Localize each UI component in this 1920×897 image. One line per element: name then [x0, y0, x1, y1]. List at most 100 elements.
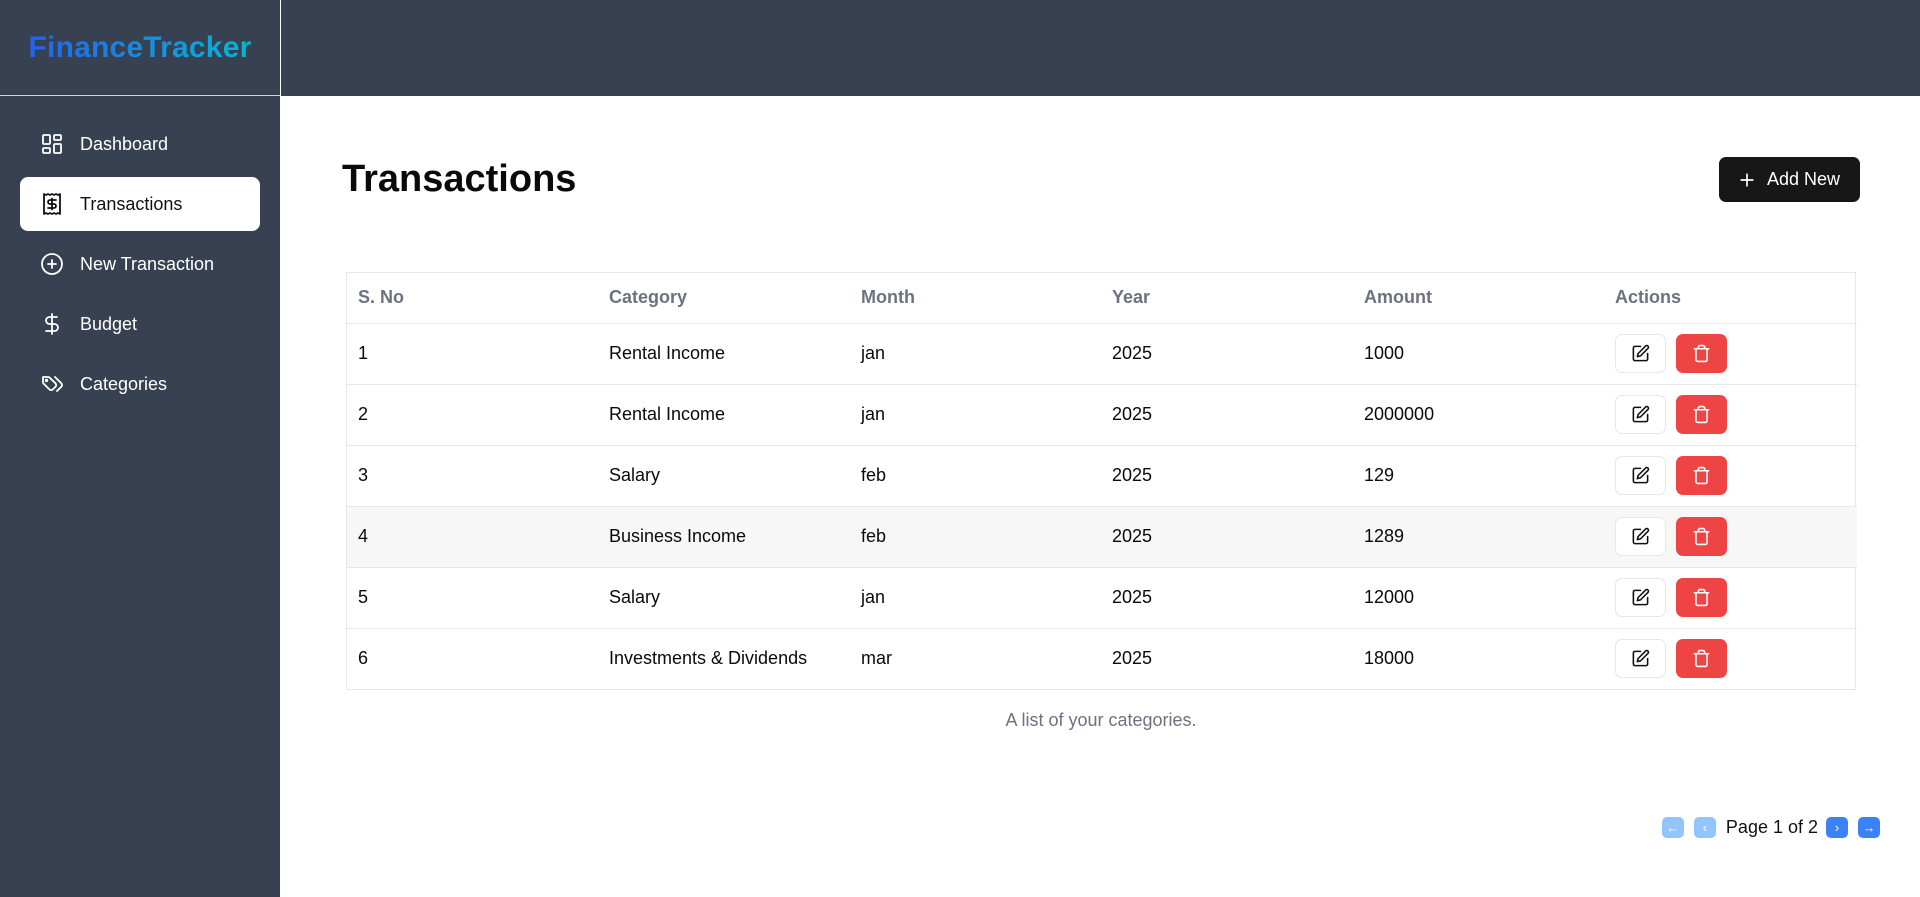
edit-button[interactable] — [1615, 334, 1666, 373]
cell-category: Salary — [598, 445, 850, 507]
sidebar-item-dashboard[interactable]: Dashboard — [20, 117, 260, 171]
dashboard-grid-icon — [40, 132, 64, 156]
cell-month: jan — [850, 323, 1101, 385]
cell-category: Salary — [598, 567, 850, 629]
cell-sno: 2 — [347, 384, 598, 446]
delete-button[interactable] — [1676, 578, 1727, 617]
cell-category: Rental Income — [598, 323, 850, 385]
cell-month: jan — [850, 567, 1101, 629]
trash-icon — [1693, 650, 1710, 668]
sidebar-item-new-transaction[interactable]: New Transaction — [20, 237, 260, 291]
column-header: Actions — [1604, 273, 1857, 324]
trash-icon — [1693, 466, 1710, 485]
transactions-table: S. No Category Month Year Amount Actions… — [346, 272, 1857, 690]
cell-amount: 1000 — [1353, 323, 1604, 385]
column-header: Year — [1101, 273, 1353, 324]
pagination: ← ‹ Page 1 of 2 › → — [1661, 817, 1880, 838]
sidebar-item-label: Categories — [80, 373, 168, 394]
sidebar-item-label: New Transaction — [80, 253, 215, 274]
cell-amount: 2000000 — [1353, 384, 1604, 446]
sidebar-item-label: Transactions — [80, 193, 183, 214]
table-row: 5 Salary jan 2025 12000 — [347, 567, 1857, 629]
trash-icon — [1693, 588, 1710, 607]
cell-sno: 3 — [347, 445, 598, 507]
cell-year: 2025 — [1101, 384, 1353, 446]
cell-actions — [1604, 506, 1857, 568]
edit-button[interactable] — [1615, 578, 1666, 617]
column-header: Month — [850, 273, 1101, 324]
cell-actions — [1604, 567, 1857, 629]
edit-icon — [1632, 527, 1650, 545]
next-page-button[interactable]: › — [1826, 817, 1848, 838]
cell-month: mar — [861, 648, 892, 669]
edit-button[interactable] — [1615, 639, 1666, 679]
cell-month: jan — [850, 384, 1101, 446]
page-title: Transactions — [342, 158, 577, 200]
table-row: 4 Business Income feb 2025 1289 — [347, 506, 1857, 568]
cell-year: 2025 — [1101, 445, 1353, 507]
table-row: 1 Rental Income jan 2025 1000 — [347, 323, 1857, 385]
edit-icon — [1632, 405, 1650, 423]
cell-amount: 129 — [1353, 445, 1604, 507]
cell-actions — [1604, 384, 1857, 446]
edit-icon — [1632, 344, 1650, 362]
sidebar-item-label: Dashboard — [80, 133, 169, 154]
cell-amount: 1289 — [1353, 506, 1604, 568]
edit-button[interactable] — [1615, 456, 1666, 495]
receipt-dollar-icon — [40, 192, 64, 216]
edit-button[interactable] — [1615, 395, 1666, 434]
cell-sno: 5 — [347, 567, 598, 629]
trash-icon — [1693, 405, 1710, 424]
cell-category: Business Income — [598, 506, 850, 568]
cell-year: 2025 — [1101, 323, 1353, 385]
delete-button[interactable] — [1676, 395, 1727, 434]
sidebar: FinanceTracker Dashboard Transactions Ne… — [0, 0, 280, 897]
cell-actions — [1604, 323, 1857, 385]
edit-icon — [1632, 588, 1650, 606]
brand-logo[interactable]: FinanceTracker — [29, 31, 252, 65]
sidebar-item-categories[interactable]: Categories — [20, 357, 260, 411]
dollar-sign-icon — [40, 312, 64, 336]
column-header: Amount — [1353, 273, 1604, 324]
column-header: S. No — [347, 273, 598, 324]
top-bar — [281, 0, 1920, 96]
delete-button[interactable] — [1676, 456, 1727, 495]
delete-button[interactable] — [1676, 334, 1727, 373]
trash-icon — [1693, 527, 1710, 546]
cell-sno: 1 — [347, 323, 598, 385]
cell-amount: 18000 — [1364, 648, 1415, 669]
table-row: 3 Salary feb 2025 129 — [347, 445, 1857, 507]
table-row: 2 Rental Income jan 2025 2000000 — [347, 384, 1857, 446]
cell-year: 2025 — [1112, 648, 1153, 669]
cell-year: 2025 — [1101, 506, 1353, 568]
plus-icon — [1740, 172, 1754, 187]
cell-category: Rental Income — [598, 384, 850, 446]
cell-sno: 6 — [358, 648, 369, 669]
trash-icon — [1693, 344, 1710, 363]
cell-category: Investments & Dividends — [609, 648, 808, 669]
table-caption: A list of your categories. — [1005, 710, 1197, 730]
cell-month: feb — [850, 445, 1101, 507]
column-header: Category — [598, 273, 850, 324]
tags-icon — [40, 372, 64, 396]
cell-month: feb — [850, 506, 1101, 568]
last-page-button[interactable]: → — [1858, 817, 1880, 838]
delete-button[interactable] — [1676, 639, 1727, 679]
prev-page-button[interactable]: ‹ — [1693, 817, 1716, 838]
add-new-label: Add New — [1766, 169, 1840, 189]
add-new-button[interactable]: Add New — [1718, 157, 1860, 202]
page-indicator: Page 1 of 2 — [1725, 817, 1818, 837]
cell-actions — [1604, 628, 1857, 689]
edit-button[interactable] — [1615, 517, 1666, 556]
cell-sno: 4 — [347, 506, 598, 568]
brand-header: FinanceTracker — [0, 0, 280, 96]
cell-amount: 12000 — [1353, 567, 1604, 629]
sidebar-item-transactions[interactable]: Transactions — [20, 177, 260, 231]
sidebar-item-budget[interactable]: Budget — [20, 297, 260, 351]
edit-icon — [1632, 466, 1650, 484]
table-row: 6 Investments & Dividends mar 2025 18000 — [347, 628, 1857, 689]
sidebar-item-label: Budget — [80, 313, 138, 334]
delete-button[interactable] — [1676, 517, 1727, 556]
edit-icon — [1632, 650, 1650, 667]
first-page-button[interactable]: ← — [1661, 817, 1684, 838]
